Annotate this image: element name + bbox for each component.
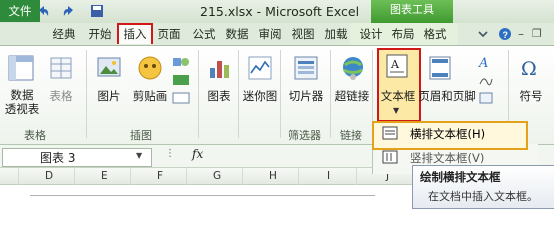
group-label-filter: 筛选器 <box>288 129 321 142</box>
shapes-icon[interactable] <box>172 55 190 72</box>
group-separator <box>86 50 87 138</box>
group-label-tables: 表格 <box>24 129 46 142</box>
chart-icon[interactable] <box>208 56 232 83</box>
svg-text:A: A <box>390 58 400 71</box>
chart-label[interactable]: 图表 <box>204 89 234 103</box>
clipart-label[interactable]: 剪贴画 <box>128 89 172 103</box>
tab-formulas[interactable]: 公式 <box>188 24 220 44</box>
table-button-label[interactable]: 表格 <box>46 89 76 103</box>
slicer-label[interactable]: 切片器 <box>286 89 326 103</box>
formula-bar-grip-icon: ⋮ <box>165 148 175 159</box>
svg-text:?: ? <box>503 30 509 40</box>
group-label-illustrations: 插图 <box>130 129 152 142</box>
tab-layout[interactable]: 布局 <box>388 24 418 44</box>
save-icon[interactable] <box>90 4 104 18</box>
picture-label[interactable]: 图片 <box>94 89 124 103</box>
name-box-value: 图表 3 <box>40 151 76 165</box>
tab-insert[interactable]: 插入 <box>117 23 153 44</box>
name-box[interactable] <box>2 148 152 167</box>
column-header-g[interactable]: G <box>213 170 221 182</box>
signature-line-icon[interactable] <box>478 73 494 90</box>
tab-home[interactable]: 开始 <box>84 24 116 44</box>
clipart-icon[interactable] <box>137 55 163 84</box>
chart-frame[interactable] <box>30 195 375 208</box>
menu-item-horizontal-label[interactable]: 横排文本框(H) <box>410 126 485 142</box>
chart-tools-context-title: 图表工具 <box>371 0 453 23</box>
smartart-icon[interactable] <box>172 73 190 90</box>
tab-format[interactable]: 格式 <box>420 24 450 44</box>
pivot-table-label[interactable]: 数据 透视表 <box>4 88 40 116</box>
tab-data[interactable]: 数据 <box>221 24 253 44</box>
column-header-i[interactable]: I <box>327 170 330 182</box>
vertical-textbox-icon <box>382 150 398 167</box>
menu-item-vertical-label[interactable]: 竖排文本框(V) <box>410 150 484 166</box>
textbox-dropdown-arrow-icon[interactable]: ▼ <box>393 106 399 115</box>
hyperlink-label[interactable]: 超链接 <box>330 89 374 103</box>
tab-review[interactable]: 审阅 <box>254 24 286 44</box>
svg-text:Ω: Ω <box>521 58 537 80</box>
tooltip-title: 绘制横排文本框 <box>420 170 501 184</box>
window-title: 215.xlsx - Microsoft Excel <box>200 4 360 19</box>
hyperlink-icon[interactable] <box>340 55 366 84</box>
window-restore-icon[interactable]: ❐ <box>532 27 542 40</box>
symbol-icon[interactable]: Ω <box>517 55 543 84</box>
tab-addins[interactable]: 加载 <box>320 24 352 44</box>
window-minimize-icon[interactable]: – <box>518 27 524 41</box>
tooltip-description: 在文档中插入文本框。 <box>428 190 538 203</box>
column-header-d[interactable]: D <box>45 170 53 182</box>
svg-text:A: A <box>478 56 488 69</box>
help-icon[interactable]: ? <box>498 27 512 44</box>
tab-design[interactable]: 设计 <box>356 24 386 44</box>
tab-classic[interactable]: 经典 <box>46 24 82 44</box>
tab-page-layout[interactable]: 页面 <box>153 24 185 44</box>
tab-file[interactable]: 文件 <box>0 0 40 22</box>
group-separator <box>198 50 199 138</box>
ribbon-minimize-icon[interactable] <box>476 27 490 44</box>
pivot-table-icon[interactable] <box>8 55 34 84</box>
column-header-h[interactable]: H <box>269 170 277 182</box>
slicer-icon[interactable] <box>294 56 318 83</box>
sparkline-label[interactable]: 迷你图 <box>240 89 280 103</box>
column-header-f[interactable]: F <box>157 170 163 182</box>
group-label-links: 链接 <box>340 129 362 142</box>
object-icon[interactable] <box>478 91 494 108</box>
group-separator <box>280 50 281 138</box>
wordart-icon[interactable]: A <box>478 55 494 72</box>
symbol-label[interactable]: 符号 <box>514 89 548 103</box>
picture-icon[interactable] <box>97 56 121 83</box>
sparkline-icon[interactable] <box>248 56 272 83</box>
header-footer-label[interactable]: 页眉和页脚 <box>418 89 476 103</box>
name-box-dropdown-icon[interactable]: ▼ <box>136 151 142 160</box>
header-footer-icon[interactable] <box>428 56 452 83</box>
textbox-icon[interactable]: A <box>386 54 408 81</box>
screenshot-icon[interactable] <box>172 91 190 108</box>
table-icon[interactable] <box>50 57 72 82</box>
insert-function-icon[interactable]: fx <box>192 147 203 161</box>
group-separator <box>238 50 239 138</box>
textbox-label[interactable]: 文本框 <box>378 89 418 103</box>
horizontal-textbox-icon <box>382 126 398 143</box>
column-header-e[interactable]: E <box>101 170 108 182</box>
tab-view[interactable]: 视图 <box>287 24 319 44</box>
redo-icon[interactable] <box>62 4 76 18</box>
